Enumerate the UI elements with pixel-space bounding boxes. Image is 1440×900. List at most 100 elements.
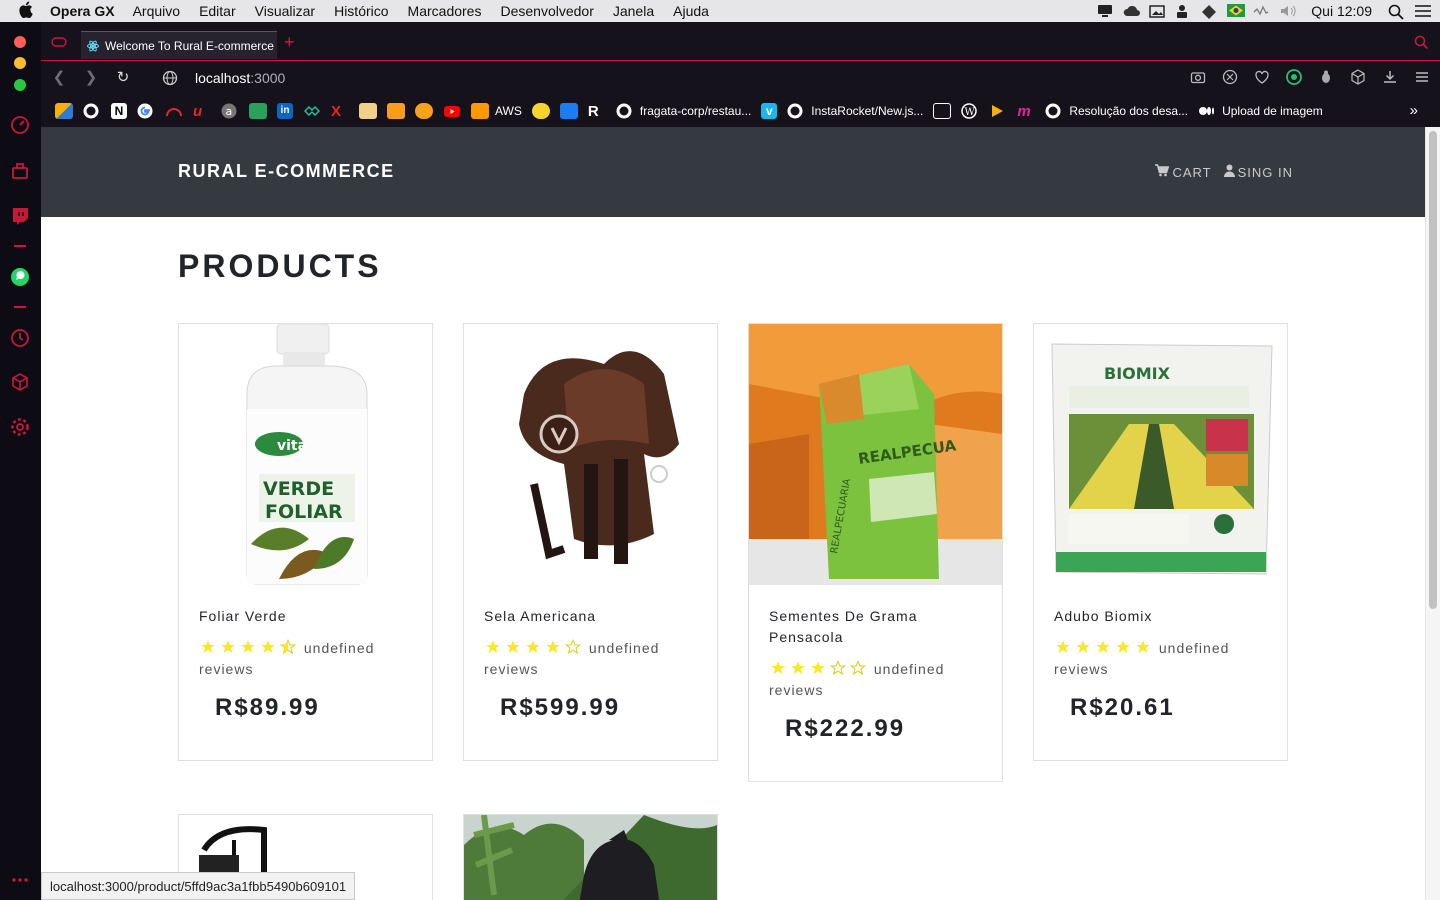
url-field[interactable]: localhost:3000 — [195, 70, 285, 86]
bookmark-m-icon[interactable]: m — [1017, 103, 1035, 120]
menu-editar[interactable]: Editar — [199, 3, 236, 19]
bookmark-instarocket[interactable]: InstaRocket/New.js... — [787, 103, 923, 119]
bookmark-linkedin-icon[interactable]: in — [277, 102, 293, 119]
page-scrollbar[interactable] — [1425, 127, 1440, 900]
bookmark-udemy-icon[interactable]: u — [193, 103, 211, 120]
bookmark-yellow-icon[interactable] — [531, 102, 550, 119]
bookmark-speed-icon[interactable] — [165, 103, 183, 119]
settings-gear-icon[interactable] — [10, 417, 30, 437]
extension-bug-icon[interactable] — [1318, 69, 1334, 85]
bookmark-fragata[interactable]: fragata-corp/restau... — [616, 103, 751, 119]
heart-bookmark-icon[interactable] — [1254, 69, 1270, 85]
sign-in-link[interactable]: SING IN — [1223, 164, 1293, 180]
bookmark-r-icon[interactable]: R — [588, 103, 606, 120]
volume-icon[interactable] — [1279, 4, 1296, 18]
site-info-globe-icon[interactable] — [162, 70, 178, 86]
extensions-box-icon[interactable] — [1350, 69, 1366, 85]
bookmark-play-icon[interactable] — [989, 103, 1007, 119]
cloud-icon[interactable] — [1123, 4, 1141, 18]
product-name[interactable]: Foliar Verde — [199, 606, 414, 627]
minimize-window-button[interactable] — [14, 57, 26, 69]
menubar-clock[interactable]: Qui 12:09 — [1311, 3, 1372, 19]
bookmark-note-icon[interactable] — [359, 102, 377, 119]
bookmark-x-icon[interactable]: X — [331, 103, 349, 120]
easy-setup-menu-icon[interactable] — [1414, 69, 1430, 85]
whatsapp-icon[interactable] — [10, 267, 30, 287]
app-menu-opera-gx[interactable]: Opera GX — [50, 3, 115, 19]
product-image-sela-americana[interactable] — [464, 324, 717, 585]
brazil-flag-icon[interactable] — [1227, 4, 1246, 18]
menu-arquivo[interactable]: Arquivo — [133, 3, 180, 19]
control-center-icon[interactable] — [1414, 4, 1431, 18]
history-icon[interactable] — [10, 328, 30, 348]
close-window-button[interactable] — [14, 36, 26, 48]
menu-ajuda[interactable]: Ajuda — [673, 3, 709, 19]
extensions-cube-icon[interactable] — [10, 372, 30, 392]
gamepad-icon[interactable] — [51, 35, 67, 49]
spotlight-search-icon[interactable] — [1388, 4, 1404, 20]
forward-arrow-icon[interactable]: ❯ — [83, 70, 99, 86]
menu-desenvolvedor[interactable]: Desenvolvedor — [500, 3, 593, 19]
scrollbar-thumb[interactable] — [1429, 131, 1437, 609]
bookmark-heart-link-icon[interactable] — [303, 103, 321, 119]
bookmark-aws[interactable]: AWS — [471, 102, 522, 119]
bookmark-resolucao[interactable]: Resolução dos desa... — [1045, 103, 1188, 119]
product-name[interactable]: Sementes De Grama Pensacola — [769, 606, 984, 648]
star-full-icon — [506, 640, 520, 653]
snapshot-camera-icon[interactable] — [1190, 69, 1206, 85]
apple-icon[interactable] — [18, 1, 36, 22]
back-arrow-icon[interactable]: ❮ — [51, 70, 67, 86]
bookmark-grid-icon[interactable] — [387, 102, 405, 119]
bookmark-trello-icon[interactable] — [559, 102, 578, 119]
bookmark-fragata-label: fragata-corp/restau... — [639, 103, 752, 118]
vpn-badge-icon[interactable] — [1286, 69, 1302, 85]
bookmark-amazon-icon[interactable]: a — [221, 103, 239, 119]
activity-icon[interactable] — [1253, 4, 1269, 18]
menu-historico[interactable]: Histórico — [334, 3, 388, 19]
product-name[interactable]: Sela Americana — [484, 606, 699, 627]
bookmark-google-icon[interactable] — [137, 103, 155, 119]
bookmark-youtube-icon[interactable] — [443, 103, 461, 119]
bookmark-github-icon[interactable] — [83, 103, 101, 119]
menu-marcadores[interactable]: Marcadores — [408, 3, 482, 19]
cart-link[interactable]: CART — [1155, 164, 1211, 180]
menu-janela[interactable]: Janela — [613, 3, 654, 19]
bookmarks-overflow-button[interactable]: » — [1410, 102, 1418, 119]
new-tab-button[interactable]: + — [284, 32, 295, 53]
reload-icon[interactable]: ↻ — [115, 70, 131, 86]
tab-rural-ecommerce[interactable]: Welcome To Rural E-commerce — [81, 31, 277, 59]
zoom-window-button[interactable] — [14, 79, 26, 91]
product-card[interactable]: vita VERDE FOLIAR Foliar Verde undefined… — [178, 323, 433, 761]
diamond-icon[interactable] — [1201, 4, 1217, 19]
star-full-icon — [1096, 640, 1110, 653]
bookmark-vimeo-icon[interactable]: v — [761, 102, 778, 119]
site-brand-link[interactable]: RURAL E-COMMERCE — [178, 161, 395, 182]
product-card[interactable]: BIOMIX Adubo Biomix undefined reviews R$… — [1033, 323, 1288, 761]
user-lock-icon[interactable] — [1175, 4, 1191, 18]
product-image-foliar-verde[interactable]: vita VERDE FOLIAR — [179, 324, 432, 585]
gx-corner-icon[interactable] — [10, 161, 30, 181]
product-image-horse[interactable] — [464, 815, 717, 900]
screen-icon[interactable] — [1097, 4, 1113, 18]
bookmark-wordpress-icon[interactable]: W — [961, 102, 979, 119]
bookmark-orange-icon[interactable] — [415, 102, 433, 119]
bookmark-sheet-icon[interactable] — [249, 102, 267, 119]
twitch-icon[interactable] — [10, 206, 30, 226]
shield-blocker-icon[interactable] — [1222, 69, 1238, 85]
more-options-icon[interactable] — [10, 870, 30, 890]
menu-visualizar[interactable]: Visualizar — [255, 3, 315, 19]
bookmark-screen-icon[interactable] — [933, 102, 952, 119]
tab-search-icon[interactable] — [1414, 35, 1429, 50]
product-image-sementes-grama[interactable]: REALPECUA REALPECUARIA — [749, 324, 1002, 585]
downloads-icon[interactable] — [1382, 69, 1398, 85]
product-card[interactable]: REALPECUA REALPECUARIA Sementes De Grama… — [748, 323, 1003, 782]
bookmark-airtable-icon[interactable] — [55, 102, 73, 119]
bookmark-notion-icon[interactable]: N — [111, 102, 127, 119]
bookmark-upload[interactable]: Upload de imagem — [1198, 103, 1323, 119]
product-image-adubo-biomix[interactable]: BIOMIX — [1034, 324, 1287, 585]
photo-icon[interactable] — [1149, 4, 1166, 18]
product-card[interactable]: Sela Americana undefined reviews R$599.9… — [463, 323, 718, 761]
product-card[interactable] — [463, 814, 718, 900]
product-name[interactable]: Adubo Biomix — [1054, 606, 1269, 627]
gx-control-icon[interactable] — [10, 115, 30, 135]
